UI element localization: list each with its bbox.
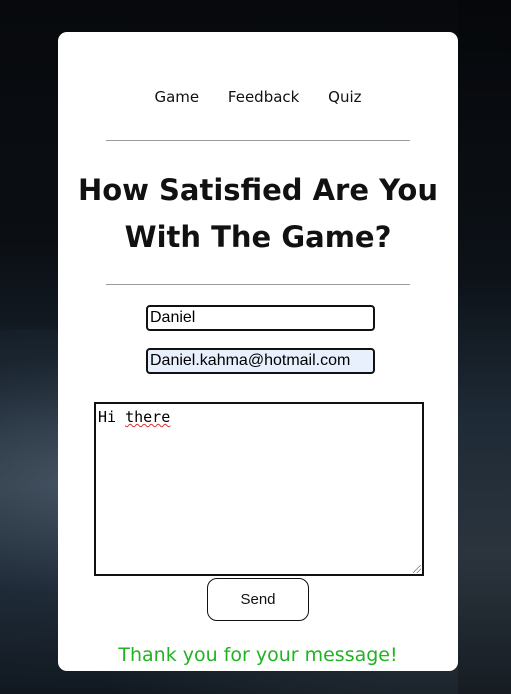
background-edge [458,0,511,694]
name-field[interactable]: Daniel [146,305,375,331]
message-textarea[interactable]: Hi there [94,402,424,576]
page-title-line-2: With The Game? [124,220,392,254]
page-title-line-1: How Satisfied Are You [77,173,439,207]
email-field[interactable]: Daniel.kahma@hotmail.com [146,348,375,374]
nav-link-feedback[interactable]: Feedback [228,88,299,106]
page-title: How Satisfied Are You With The Game? [58,167,458,261]
nav-link-quiz[interactable]: Quiz [328,88,361,106]
send-button[interactable]: Send [207,578,309,621]
top-navigation: Game Feedback Quiz [58,88,458,106]
feedback-card: Game Feedback Quiz How Satisfied Are You… [58,32,458,671]
nav-link-game[interactable]: Game [154,88,199,106]
message-text-word-1: Hi [98,408,117,426]
resize-handle-icon[interactable] [413,565,421,573]
divider-bottom [106,284,410,285]
message-text-word-2: there [125,408,171,426]
divider-top [106,140,410,141]
confirmation-message: Thank you for your message! [118,644,398,666]
